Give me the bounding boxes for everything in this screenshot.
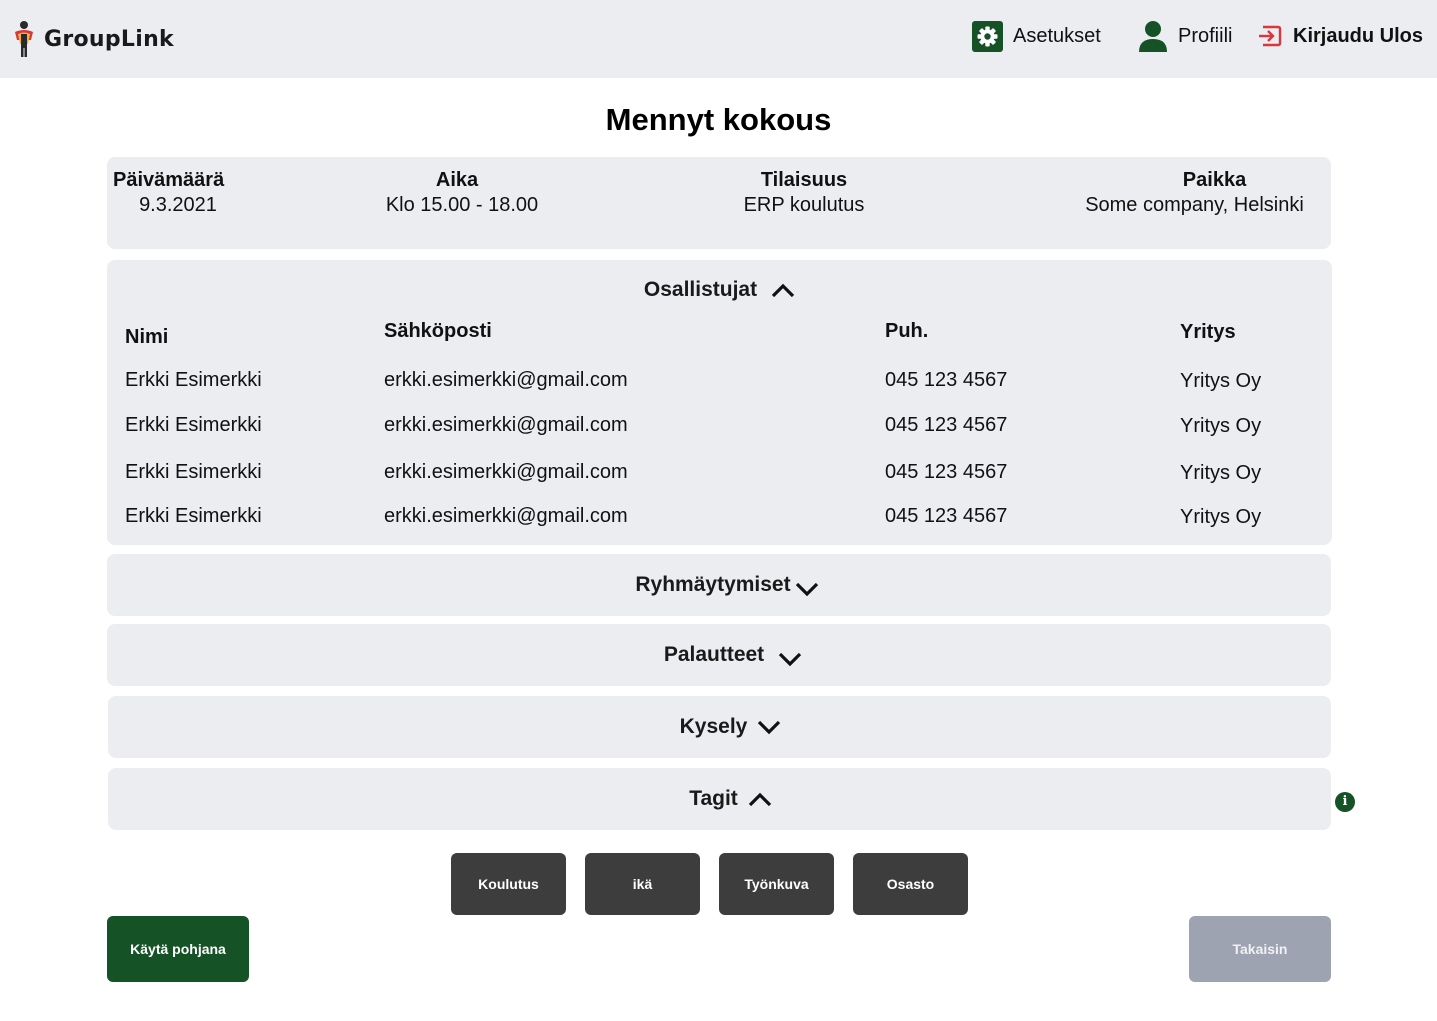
chevron-down-icon xyxy=(779,652,802,667)
survey-toggle[interactable]: Kysely xyxy=(108,715,1331,739)
tag-chip[interactable]: ikä xyxy=(585,853,700,915)
logout-icon xyxy=(1259,25,1282,47)
place-column: Paikka Some company, Helsinki xyxy=(1077,169,1312,217)
survey-section: Kysely xyxy=(108,696,1331,758)
chevron-down-icon xyxy=(795,582,818,597)
chevron-up-icon xyxy=(771,283,795,298)
participant-company: Yritys Oy xyxy=(1180,506,1262,528)
event-label: Tilaisuus xyxy=(760,169,848,191)
gear-icon xyxy=(972,20,1003,52)
participant-name: Erkki Esimerkki xyxy=(125,461,262,483)
chevron-down-icon xyxy=(758,720,781,735)
participant-email: erkki.esimerkki@gmail.com xyxy=(384,505,628,527)
event-column: Tilaisuus ERP koulutus xyxy=(704,169,904,217)
tags-section: Tagit xyxy=(108,768,1331,830)
column-header-name: Nimi xyxy=(125,326,169,348)
participant-phone: 045 123 4567 xyxy=(885,369,1008,391)
survey-title: Kysely xyxy=(679,715,748,738)
logo-icon xyxy=(15,21,33,57)
feedback-section: Palautteet xyxy=(107,624,1331,686)
logout-link[interactable]: Kirjaudu Ulos xyxy=(1257,18,1423,54)
tag-chip[interactable]: Osasto xyxy=(853,853,968,915)
app-logo[interactable]: GroupLink xyxy=(12,20,174,58)
participant-name: Erkki Esimerkki xyxy=(125,505,262,527)
feedback-title: Palautteet xyxy=(663,643,765,666)
tags-toggle[interactable]: Tagit xyxy=(108,787,1331,811)
event-value: ERP koulutus xyxy=(743,194,865,216)
participant-phone: 045 123 4567 xyxy=(885,414,1008,436)
feedback-toggle[interactable]: Palautteet xyxy=(107,643,1331,667)
top-bar: GroupLink Asetukset Profiili Kirjaudu Ul… xyxy=(0,0,1437,78)
back-button[interactable]: Takaisin xyxy=(1189,916,1331,982)
chevron-up-icon xyxy=(748,792,771,807)
place-label: Paikka xyxy=(1182,169,1247,191)
tags-title: Tagit xyxy=(689,787,738,810)
participant-name: Erkki Esimerkki xyxy=(125,369,262,391)
column-header-email: Sähköposti xyxy=(384,320,492,342)
meeting-info-panel: Päivämäärä 9.3.2021 Aika Klo 15.00 - 18.… xyxy=(107,157,1331,249)
place-value: Some company, Helsinki xyxy=(1085,194,1304,216)
date-label: Päivämäärä xyxy=(113,169,225,191)
info-icon[interactable]: i xyxy=(1335,792,1355,812)
column-header-company: Yritys xyxy=(1180,321,1236,343)
groupings-toggle[interactable]: Ryhmäytymiset xyxy=(107,573,1331,597)
participant-email: erkki.esimerkki@gmail.com xyxy=(384,414,628,436)
participant-name: Erkki Esimerkki xyxy=(125,414,262,436)
participant-company: Yritys Oy xyxy=(1180,462,1262,484)
groupings-title: Ryhmäytymiset xyxy=(635,573,791,596)
tag-chip[interactable]: Työnkuva xyxy=(719,853,834,915)
date-value: 9.3.2021 xyxy=(139,194,217,216)
column-header-phone: Puh. xyxy=(885,320,929,342)
profile-label: Profiili xyxy=(1178,24,1233,47)
page-title: Mennyt kokous xyxy=(605,102,832,137)
logout-label: Kirjaudu Ulos xyxy=(1293,24,1424,47)
use-template-button[interactable]: Käytä pohjana xyxy=(107,916,249,982)
participant-company: Yritys Oy xyxy=(1180,415,1262,437)
user-icon xyxy=(1139,21,1167,52)
tag-chip[interactable]: Koulutus xyxy=(451,853,566,915)
date-column: Päivämäärä 9.3.2021 xyxy=(113,169,243,217)
participant-email: erkki.esimerkki@gmail.com xyxy=(384,369,628,391)
participants-title: Osallistujat xyxy=(643,278,758,301)
participant-company: Yritys Oy xyxy=(1180,370,1262,392)
settings-label: Asetukset xyxy=(1013,24,1101,47)
groupings-section: Ryhmäytymiset xyxy=(107,554,1331,616)
app-name: GroupLink xyxy=(44,26,174,52)
participants-toggle[interactable]: Osallistujat xyxy=(107,278,1332,302)
profile-link[interactable]: Profiili xyxy=(1138,18,1232,54)
participants-panel: Osallistujat Nimi Sähköposti Puh. Yritys… xyxy=(107,260,1332,545)
time-column: Aika Klo 15.00 - 18.00 xyxy=(362,169,562,217)
participant-phone: 045 123 4567 xyxy=(885,505,1008,527)
settings-link[interactable]: Asetukset xyxy=(972,18,1101,54)
participant-email: erkki.esimerkki@gmail.com xyxy=(384,461,628,483)
time-value: Klo 15.00 - 18.00 xyxy=(385,194,539,216)
time-label: Aika xyxy=(435,169,479,191)
participant-phone: 045 123 4567 xyxy=(885,461,1008,483)
